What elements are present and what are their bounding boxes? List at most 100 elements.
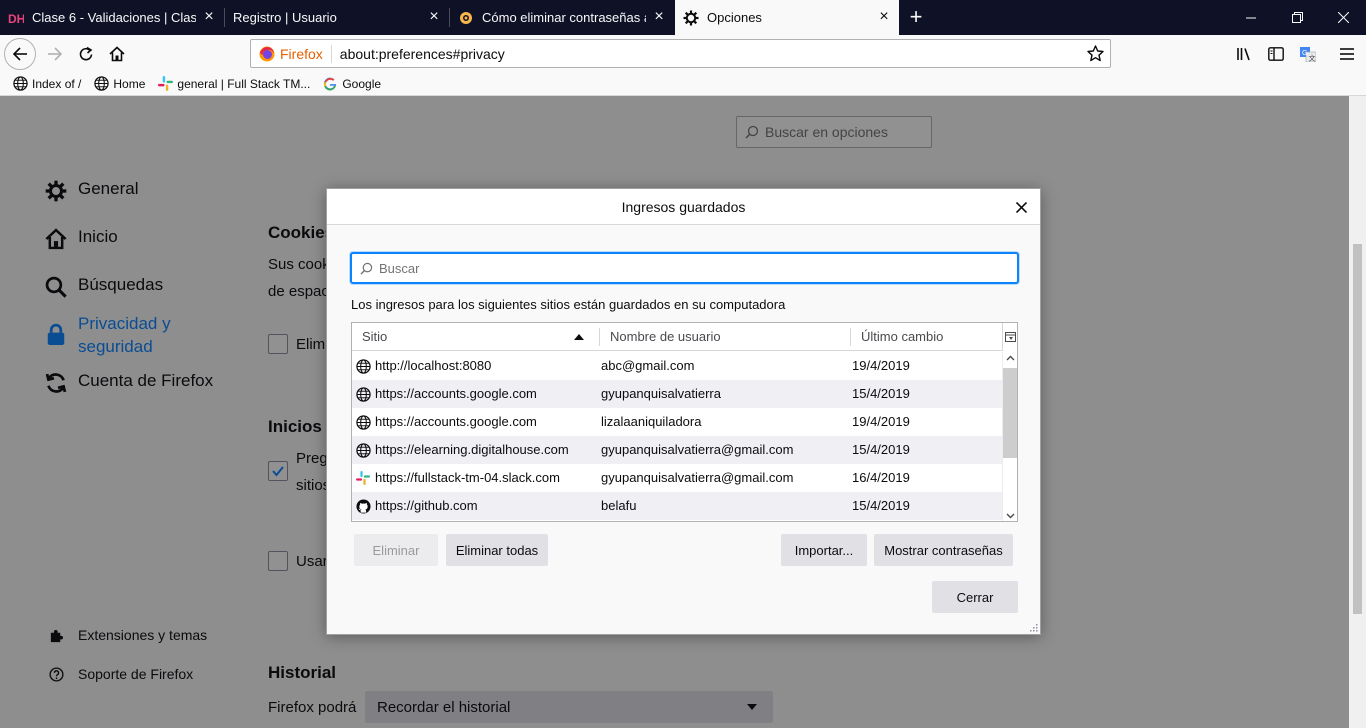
cell-last-changed: 15/4/2019: [852, 498, 910, 513]
globe-icon: [355, 386, 371, 402]
tab-eliminar-contrasenas[interactable]: Cómo eliminar contraseñas alm ×: [450, 0, 674, 35]
logins-table-scrollbar[interactable]: [1002, 352, 1017, 521]
column-header-username[interactable]: Nombre de usuario: [600, 323, 850, 351]
globe-icon: [12, 76, 28, 92]
navigation-toolbar: Firefox about:preferences#privacy G文: [0, 35, 1366, 72]
column-header-site[interactable]: Sitio: [352, 323, 599, 351]
reload-button[interactable]: [71, 39, 101, 69]
column-picker-icon: [1005, 332, 1016, 342]
cell-username: abc@gmail.com: [601, 358, 695, 373]
bookmark-label: Home: [113, 76, 146, 91]
import-button[interactable]: Importar...: [781, 534, 867, 566]
cell-username: gyupanquisalvatierra@gmail.com: [601, 442, 794, 457]
bookmark-label: Index of /: [32, 76, 82, 91]
slack-icon: [157, 76, 173, 92]
url-bar[interactable]: Firefox about:preferences#privacy: [250, 39, 1111, 68]
bookmark-index-of[interactable]: Index of /: [12, 76, 81, 92]
cell-last-changed: 19/4/2019: [852, 414, 910, 429]
logins-table-header: Sitio Nombre de usuario Último cambio: [352, 323, 1002, 351]
svg-text:G: G: [1302, 50, 1307, 57]
close-button[interactable]: Cerrar: [932, 581, 1018, 613]
identity-box[interactable]: Firefox: [251, 46, 323, 62]
cell-last-changed: 15/4/2019: [852, 386, 910, 401]
forward-arrow-icon: [48, 47, 63, 61]
home-button[interactable]: [102, 39, 132, 69]
table-row[interactable]: https://elearning.digitalhouse.com gyupa…: [352, 436, 1002, 464]
dialog-close-button[interactable]: [1012, 198, 1030, 216]
close-tab-icon[interactable]: ×: [877, 9, 891, 25]
close-window-button[interactable]: [1320, 0, 1366, 35]
tab-title: Cómo eliminar contraseñas alm: [482, 10, 646, 25]
cell-site: https://github.com: [375, 498, 478, 513]
new-tab-button[interactable]: +: [904, 6, 928, 30]
translate-extension-button[interactable]: G文: [1293, 39, 1323, 69]
logins-search-input[interactable]: Buscar: [350, 252, 1019, 284]
resize-grip-icon[interactable]: [1028, 622, 1038, 632]
tab-clase-6[interactable]: DH Clase 6 - Validaciones | Clase 6 ×: [0, 0, 224, 35]
menu-button[interactable]: [1332, 39, 1362, 69]
url-text[interactable]: about:preferences#privacy: [340, 46, 505, 62]
cell-username: gyupanquisalvatierra: [601, 386, 721, 401]
svg-text:文: 文: [1309, 54, 1316, 63]
library-button[interactable]: [1229, 39, 1259, 69]
home-icon: [109, 46, 125, 62]
tab-title: Clase 6 - Validaciones | Clase 6: [32, 10, 196, 25]
table-row[interactable]: https://accounts.google.com gyupanquisal…: [352, 380, 1002, 408]
sidebar-icon: [1268, 47, 1284, 61]
svg-text:DH: DH: [8, 12, 24, 25]
chevron-down-icon: [1006, 513, 1015, 519]
import-button-label: Importar...: [794, 542, 854, 558]
tab-opciones[interactable]: Opciones ×: [675, 0, 899, 35]
logins-table-body: http://localhost:8080 abc@gmail.com 19/4…: [352, 352, 1002, 520]
tab-title: Registro | Usuario: [233, 10, 337, 25]
scrollbar-thumb[interactable]: [1003, 368, 1017, 458]
bookmark-home[interactable]: Home: [93, 76, 145, 92]
close-icon: [1015, 201, 1027, 213]
remove-button[interactable]: Eliminar: [354, 534, 438, 566]
support-icon: [458, 10, 474, 26]
tab-title: Opciones: [707, 10, 762, 25]
remove-all-button[interactable]: Eliminar todas: [446, 534, 548, 566]
bookmark-star-icon[interactable]: [1087, 45, 1104, 65]
close-tab-icon[interactable]: ×: [652, 9, 666, 25]
search-icon: [360, 262, 373, 275]
bookmarks-toolbar: Index of / Home general | Full Stack TM.…: [0, 72, 1366, 96]
digitalhouse-icon: DH: [8, 10, 24, 26]
cell-site: https://accounts.google.com: [375, 414, 537, 429]
back-button[interactable]: [4, 38, 36, 70]
forward-button[interactable]: [40, 39, 70, 69]
google-icon: [322, 76, 338, 92]
gear-icon: [683, 10, 699, 26]
cell-username: lizalaaniquiladora: [601, 414, 702, 429]
reload-icon: [79, 46, 93, 61]
logins-table: Sitio Nombre de usuario Último cambio ht…: [351, 322, 1018, 522]
bookmark-slack-general[interactable]: general | Full Stack TM...: [157, 76, 310, 92]
sidebar-button[interactable]: [1261, 39, 1291, 69]
cell-username: gyupanquisalvatierra@gmail.com: [601, 470, 794, 485]
minimize-icon: [1246, 17, 1256, 18]
column-header-last-changed[interactable]: Último cambio: [851, 323, 1002, 351]
close-button-label: Cerrar: [956, 589, 994, 605]
show-passwords-button-label: Mostrar contraseñas: [884, 542, 1003, 558]
close-tab-icon[interactable]: ×: [202, 9, 216, 25]
page-scrollbar[interactable]: [1349, 96, 1366, 728]
logins-search-placeholder: Buscar: [379, 260, 420, 276]
table-row[interactable]: http://localhost:8080 abc@gmail.com 19/4…: [352, 352, 1002, 380]
cell-site: https://elearning.digitalhouse.com: [375, 442, 569, 457]
close-icon: [1337, 12, 1349, 23]
restore-button[interactable]: [1274, 0, 1320, 35]
close-tab-icon[interactable]: ×: [427, 9, 441, 25]
table-row[interactable]: https://fullstack-tm-04.slack.com gyupan…: [352, 464, 1002, 492]
column-picker-button[interactable]: [1002, 323, 1017, 351]
github-icon: [355, 498, 371, 514]
minimize-button[interactable]: [1228, 0, 1274, 35]
tab-registro[interactable]: Registro | Usuario ×: [225, 0, 449, 35]
cell-site: http://localhost:8080: [375, 358, 492, 373]
chevron-up-icon: [1006, 355, 1015, 361]
show-passwords-button[interactable]: Mostrar contraseñas: [874, 534, 1013, 566]
table-row[interactable]: https://accounts.google.com lizalaaniqui…: [352, 408, 1002, 436]
table-row[interactable]: https://github.com belafu 15/4/2019: [352, 492, 1002, 520]
library-icon: [1237, 48, 1250, 61]
remove-all-button-label: Eliminar todas: [455, 542, 539, 558]
bookmark-google[interactable]: Google: [322, 76, 381, 92]
